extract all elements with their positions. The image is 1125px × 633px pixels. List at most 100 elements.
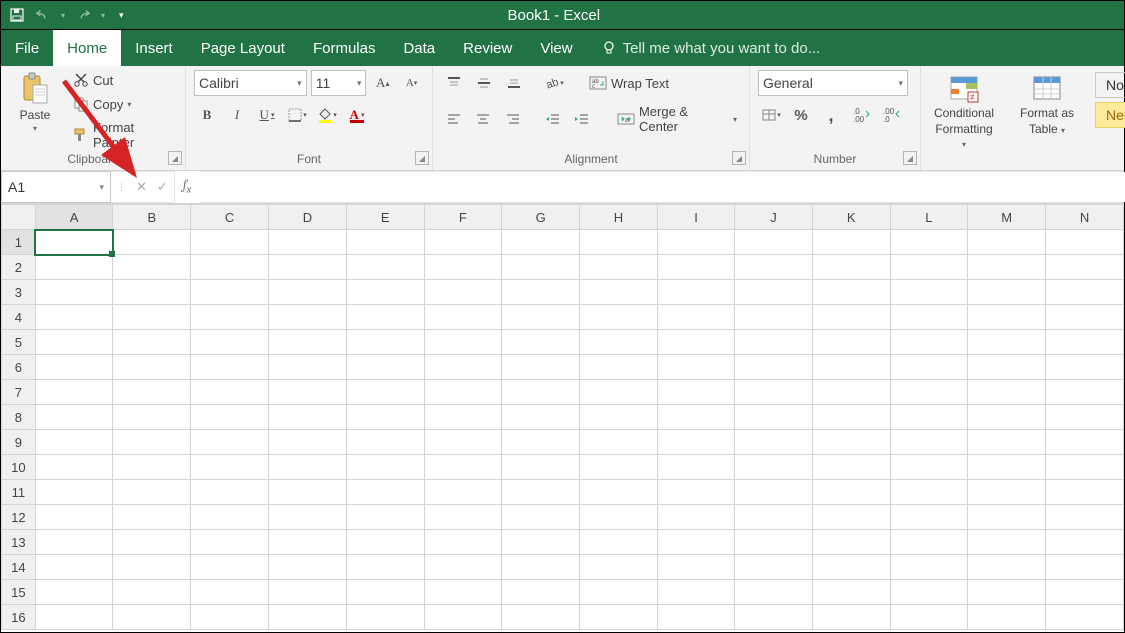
cell[interactable]	[580, 280, 658, 305]
cell[interactable]	[269, 330, 347, 355]
cell[interactable]	[657, 530, 734, 555]
accounting-format-button[interactable]: ▾	[758, 102, 784, 128]
cell[interactable]	[191, 405, 269, 430]
save-icon[interactable]	[9, 7, 25, 23]
cell[interactable]	[580, 605, 658, 630]
row-header[interactable]: 15	[2, 580, 36, 605]
align-top-icon[interactable]	[441, 70, 467, 96]
cell[interactable]	[346, 505, 424, 530]
cell[interactable]	[346, 255, 424, 280]
cell[interactable]	[890, 330, 968, 355]
cell[interactable]	[191, 305, 269, 330]
cell[interactable]	[812, 230, 890, 255]
cell[interactable]	[346, 555, 424, 580]
orientation-button[interactable]: ab▾	[541, 70, 567, 96]
align-left-icon[interactable]	[441, 106, 467, 132]
formula-dropdown-icon[interactable]: ⋮	[117, 182, 126, 193]
cell[interactable]	[735, 430, 813, 455]
cell[interactable]	[812, 505, 890, 530]
cell[interactable]	[191, 230, 269, 255]
fx-label[interactable]: fx	[175, 171, 200, 203]
cell[interactable]	[580, 505, 658, 530]
cell[interactable]	[812, 530, 890, 555]
cell[interactable]	[35, 430, 113, 455]
alignment-dialog-launcher[interactable]: ◢	[732, 151, 746, 165]
borders-button[interactable]: ▾	[284, 102, 310, 128]
cell[interactable]	[580, 305, 658, 330]
cell[interactable]	[580, 380, 658, 405]
cell[interactable]	[580, 330, 658, 355]
cell[interactable]	[1046, 580, 1124, 605]
cell[interactable]	[580, 355, 658, 380]
cell[interactable]	[424, 505, 502, 530]
cell[interactable]	[113, 280, 191, 305]
cell[interactable]	[1046, 505, 1124, 530]
cell[interactable]	[269, 280, 347, 305]
cell[interactable]	[657, 605, 734, 630]
cell[interactable]	[735, 355, 813, 380]
increase-indent-icon[interactable]	[569, 106, 595, 132]
cell[interactable]	[657, 480, 734, 505]
cell[interactable]	[890, 555, 968, 580]
bold-button[interactable]: B	[194, 102, 220, 128]
cell[interactable]	[890, 530, 968, 555]
cell[interactable]	[424, 530, 502, 555]
cell[interactable]	[502, 230, 580, 255]
cell[interactable]	[502, 430, 580, 455]
column-header[interactable]: M	[968, 205, 1046, 230]
fill-color-button[interactable]: ▾	[314, 102, 340, 128]
cell[interactable]	[812, 280, 890, 305]
cell[interactable]	[657, 555, 734, 580]
cell[interactable]	[269, 355, 347, 380]
cell[interactable]	[657, 430, 734, 455]
cell[interactable]	[269, 380, 347, 405]
row-header[interactable]: 13	[2, 530, 36, 555]
cell[interactable]	[735, 580, 813, 605]
cell[interactable]	[968, 505, 1046, 530]
cell[interactable]	[35, 380, 113, 405]
tab-data[interactable]: Data	[389, 30, 449, 66]
column-header[interactable]: C	[191, 205, 269, 230]
tell-me-search[interactable]: Tell me what you want to do...	[587, 30, 835, 66]
cell[interactable]	[113, 555, 191, 580]
cell[interactable]	[35, 230, 113, 255]
cancel-formula-icon[interactable]: ✕	[136, 179, 147, 195]
select-all-corner[interactable]	[2, 205, 36, 230]
row-header[interactable]: 6	[2, 355, 36, 380]
cell[interactable]	[657, 280, 734, 305]
cell[interactable]	[968, 355, 1046, 380]
cell[interactable]	[191, 605, 269, 630]
cell[interactable]	[890, 580, 968, 605]
row-header[interactable]: 1	[2, 230, 36, 255]
formula-bar-input[interactable]	[199, 172, 1125, 202]
cell[interactable]	[191, 355, 269, 380]
cell[interactable]	[580, 480, 658, 505]
cell[interactable]	[735, 605, 813, 630]
cell[interactable]	[890, 255, 968, 280]
cell[interactable]	[424, 380, 502, 405]
decrease-font-icon[interactable]: A▾	[399, 70, 424, 96]
tab-home[interactable]: Home	[53, 30, 121, 66]
cell[interactable]	[812, 455, 890, 480]
cell[interactable]	[424, 580, 502, 605]
cell[interactable]	[191, 455, 269, 480]
cell[interactable]	[580, 255, 658, 280]
cell[interactable]	[890, 430, 968, 455]
cell[interactable]	[968, 530, 1046, 555]
cell[interactable]	[502, 580, 580, 605]
number-format-select[interactable]: General▾	[758, 70, 908, 96]
cell[interactable]	[812, 330, 890, 355]
row-header[interactable]: 5	[2, 330, 36, 355]
cell[interactable]	[424, 480, 502, 505]
column-header[interactable]: G	[502, 205, 580, 230]
cell[interactable]	[191, 380, 269, 405]
cell[interactable]	[113, 605, 191, 630]
cell[interactable]	[735, 380, 813, 405]
cell[interactable]	[812, 380, 890, 405]
cell[interactable]	[735, 555, 813, 580]
cell[interactable]	[968, 280, 1046, 305]
cell[interactable]	[735, 530, 813, 555]
cell[interactable]	[346, 355, 424, 380]
cell[interactable]	[35, 330, 113, 355]
cell[interactable]	[812, 430, 890, 455]
